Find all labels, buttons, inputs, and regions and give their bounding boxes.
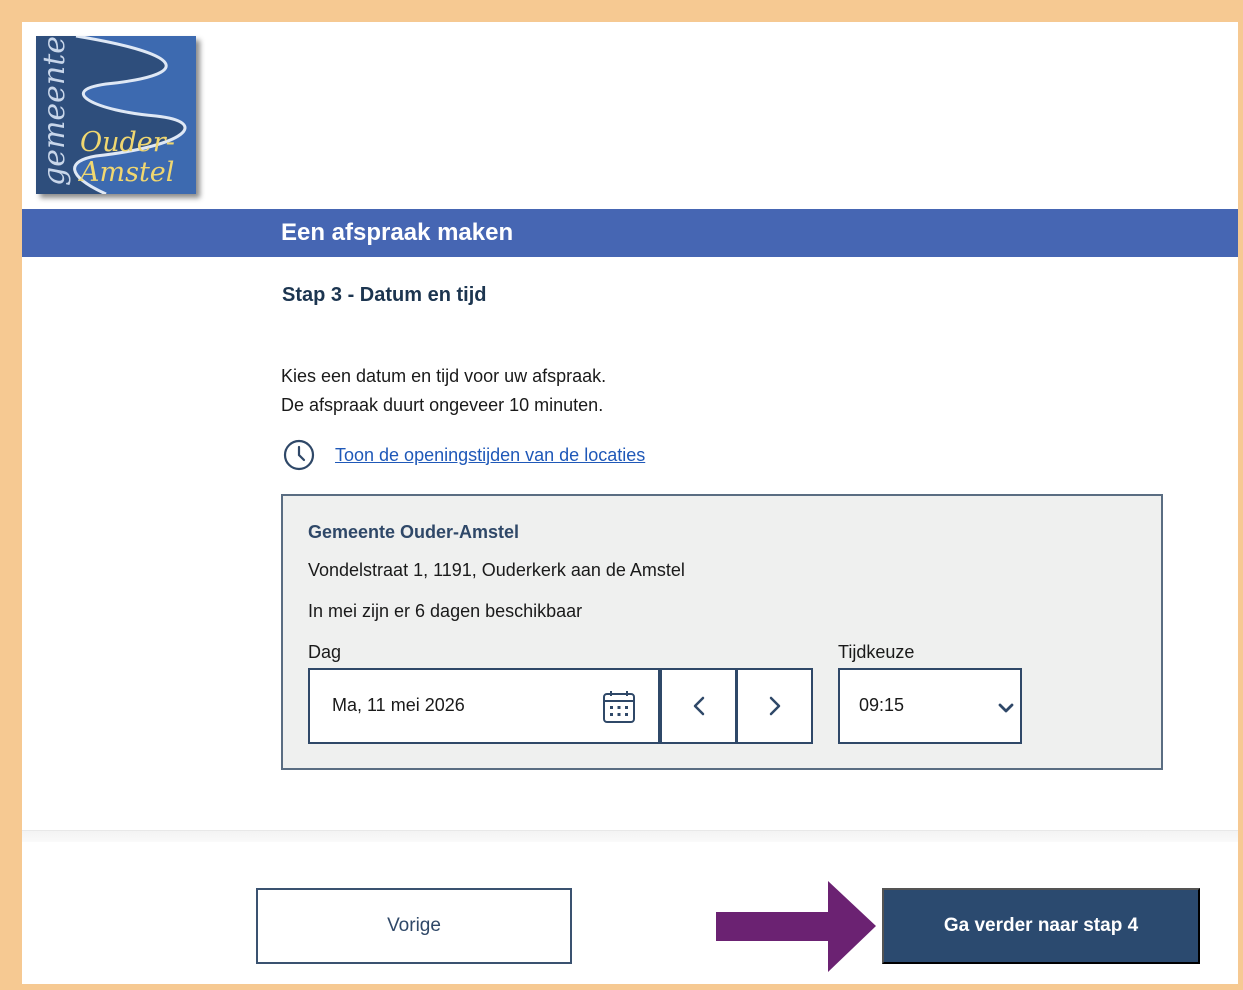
continue-step-4-button[interactable]: Ga verder naar stap 4 <box>882 888 1200 964</box>
municipality-logo: gemeente Ouder- Amstel <box>36 36 196 194</box>
annotation-arrow-icon <box>716 881 876 972</box>
date-field[interactable]: Ma, 11 mei 2026 <box>308 668 660 744</box>
intro-line-1: Kies een datum en tijd voor uw afspraak. <box>281 366 607 386</box>
intro-text: Kies een datum en tijd voor uw afspraak.… <box>281 362 606 420</box>
page: gemeente Ouder- Amstel Een afspraak make… <box>22 22 1238 984</box>
logo-name-line2: Amstel <box>80 157 175 188</box>
intro-line-2: De afspraak duurt ongeveer 10 minuten. <box>281 395 604 415</box>
logo-name-line1: Ouder- <box>80 127 175 158</box>
footer-divider <box>22 830 1238 842</box>
previous-button[interactable]: Vorige <box>256 888 572 964</box>
header-bar: Een afspraak maken <box>22 209 1238 257</box>
availability-text: In mei zijn er 6 dagen beschikbaar <box>308 601 583 621</box>
clock-icon <box>283 439 315 471</box>
location-panel: Gemeente Ouder-Amstel Vondelstraat 1, 11… <box>281 494 1163 770</box>
calendar-icon[interactable] <box>602 690 636 724</box>
time-value: 09:15 <box>859 695 905 715</box>
time-label: Tijdkeuze <box>838 642 915 662</box>
date-value: Ma, 11 mei 2026 <box>332 695 465 715</box>
location-address: Vondelstraat 1, 1191, Ouderkerk aan de A… <box>308 560 685 580</box>
page-title: Een afspraak maken <box>281 219 514 246</box>
previous-day-button[interactable] <box>660 668 737 744</box>
chevron-left-icon <box>693 696 704 716</box>
opening-hours-row: Toon de openingstijden van de locaties <box>283 439 645 471</box>
step-title: Stap 3 - Datum en tijd <box>282 284 487 306</box>
next-day-button[interactable] <box>736 668 813 744</box>
location-name: Gemeente Ouder-Amstel <box>308 522 520 542</box>
chevron-right-icon <box>769 696 780 716</box>
time-select[interactable]: 09:15 <box>838 668 1022 744</box>
chevron-down-icon <box>998 703 1014 713</box>
day-label: Dag <box>308 642 342 662</box>
logo-vertical-text: gemeente <box>37 36 72 186</box>
logo-name: Ouder- Amstel <box>80 128 175 188</box>
opening-hours-link[interactable]: Toon de openingstijden van de locaties <box>335 445 645 466</box>
